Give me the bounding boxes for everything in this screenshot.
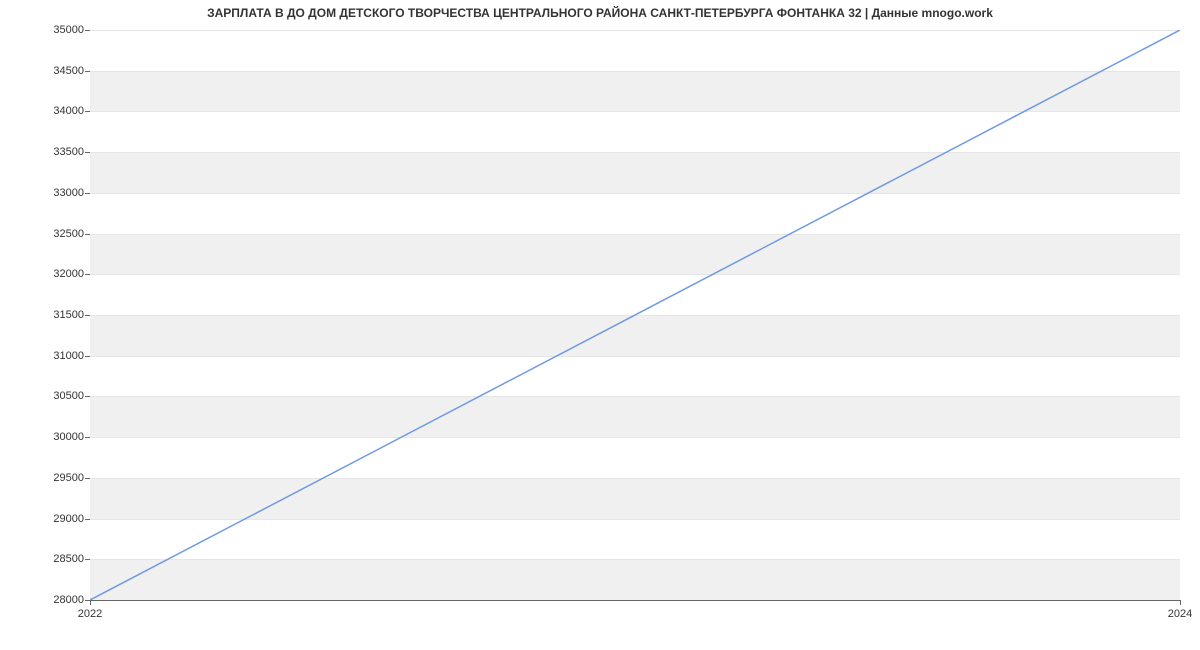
chart-title: ЗАРПЛАТА В ДО ДОМ ДЕТСКОГО ТВОРЧЕСТВА ЦЕ… xyxy=(0,6,1200,20)
x-tick-label: 2024 xyxy=(1168,608,1192,620)
x-tick-label: 2022 xyxy=(78,608,102,620)
y-tick-mark xyxy=(85,71,90,72)
y-tick-mark xyxy=(85,111,90,112)
y-tick-mark xyxy=(85,437,90,438)
y-tick-mark xyxy=(85,315,90,316)
y-tick-label: 29500 xyxy=(4,472,84,484)
y-tick-mark xyxy=(85,152,90,153)
y-tick-label: 30500 xyxy=(4,390,84,402)
y-tick-label: 28500 xyxy=(4,553,84,565)
y-tick-mark xyxy=(85,519,90,520)
y-tick-label: 32500 xyxy=(4,228,84,240)
y-tick-label: 31000 xyxy=(4,350,84,362)
y-tick-mark xyxy=(85,396,90,397)
series-line xyxy=(90,30,1180,600)
y-tick-label: 28000 xyxy=(4,594,84,606)
y-tick-label: 33000 xyxy=(4,187,84,199)
salary-line-chart: ЗАРПЛАТА В ДО ДОМ ДЕТСКОГО ТВОРЧЕСТВА ЦЕ… xyxy=(0,0,1200,650)
y-tick-mark xyxy=(85,30,90,31)
plot-area xyxy=(90,30,1180,600)
y-tick-label: 31500 xyxy=(4,309,84,321)
y-tick-label: 29000 xyxy=(4,513,84,525)
y-tick-mark xyxy=(85,356,90,357)
x-tick-mark xyxy=(1180,600,1181,605)
y-tick-mark xyxy=(85,559,90,560)
y-tick-label: 34000 xyxy=(4,105,84,117)
y-tick-label: 34500 xyxy=(4,65,84,77)
y-tick-mark xyxy=(85,234,90,235)
y-tick-label: 35000 xyxy=(4,24,84,36)
y-tick-mark xyxy=(85,274,90,275)
x-axis-line xyxy=(90,600,1180,601)
line-series xyxy=(90,30,1180,600)
x-tick-mark xyxy=(90,600,91,605)
y-tick-mark xyxy=(85,478,90,479)
y-tick-label: 30000 xyxy=(4,431,84,443)
y-tick-mark xyxy=(85,193,90,194)
y-tick-label: 33500 xyxy=(4,146,84,158)
y-tick-label: 32000 xyxy=(4,268,84,280)
